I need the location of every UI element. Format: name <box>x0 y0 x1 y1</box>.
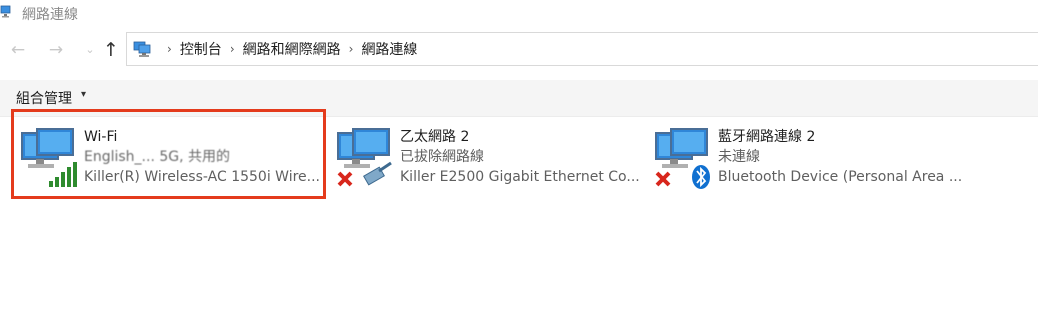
monitor-icon <box>337 128 392 187</box>
breadcrumb-separator[interactable]: › <box>349 42 354 56</box>
connection-text: 乙太網路 2 已拔除網路線 Killer E2500 Gigabit Ether… <box>400 127 640 187</box>
organize-menu-button[interactable]: 組合管理 <box>16 88 72 108</box>
connection-device: Bluetooth Device (Personal Area ... <box>718 169 963 185</box>
breadcrumb-network-internet[interactable]: 網路和網際網路 <box>243 39 341 59</box>
network-connections-icon <box>0 5 11 18</box>
address-bar[interactable]: › 控制台 › 網路和網際網路 › 網路連線 <box>126 32 1038 66</box>
monitor-icon <box>655 128 710 189</box>
breadcrumb-separator[interactable]: › <box>230 42 235 56</box>
disconnected-x-icon <box>655 171 671 187</box>
connection-item-ethernet[interactable]: 乙太網路 2 已拔除網路線 Killer E2500 Gigabit Ether… <box>330 119 640 199</box>
network-connections-icon <box>133 41 151 57</box>
connection-text: 藍牙網路連線 2 未連線 Bluetooth Device (Personal … <box>718 127 962 187</box>
forward-arrow-icon[interactable]: → <box>46 40 66 60</box>
up-arrow-icon[interactable]: ↑ <box>101 40 121 60</box>
connection-device: Killer E2500 Gigabit Ethernet Co... <box>400 169 640 185</box>
connection-status: 未連線 <box>718 149 760 165</box>
window-title: 網路連線 <box>22 7 78 23</box>
connection-item-bluetooth[interactable]: 藍牙網路連線 2 未連線 Bluetooth Device (Personal … <box>648 119 978 199</box>
title-bar: 網路連線 <box>0 0 1038 26</box>
navigation-bar: ← → ⌄ ↑ › 控制台 › 網路和網際網路 › 網路連線 <box>0 30 1038 70</box>
dropdown-arrow-icon[interactable]: ▾ <box>81 89 86 100</box>
breadcrumb-separator: › <box>167 42 172 56</box>
recent-locations-chevron-icon[interactable]: ⌄ <box>80 40 100 60</box>
breadcrumb: › 控制台 › 網路和網際網路 › 網路連線 <box>159 33 417 65</box>
disconnected-x-icon <box>337 171 353 187</box>
breadcrumb-network-connections[interactable]: 網路連線 <box>361 39 417 59</box>
connection-name: 乙太網路 2 <box>400 129 470 145</box>
connection-name: 藍牙網路連線 2 <box>718 129 816 145</box>
bluetooth-icon <box>692 165 710 189</box>
breadcrumb-control-panel[interactable]: 控制台 <box>180 39 222 59</box>
back-arrow-icon[interactable]: ← <box>8 40 28 60</box>
connection-status: 已拔除網路線 <box>400 149 484 165</box>
selection-highlight-box <box>11 109 326 199</box>
